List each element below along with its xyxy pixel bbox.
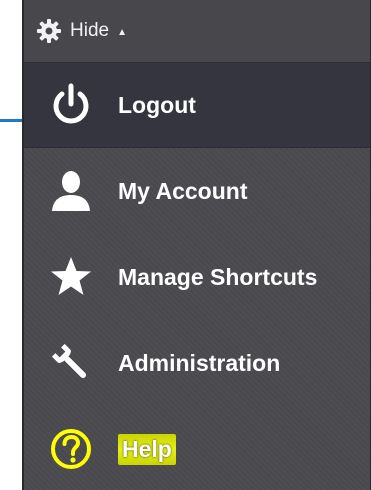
- menu-item-label: My Account: [118, 177, 248, 204]
- screenshot-root: Hide ▲ Logout My Account Manage Shortcut…: [0, 0, 371, 490]
- menu-item-label: Logout: [118, 91, 196, 118]
- wrench-icon: [48, 340, 94, 386]
- menu-toggle-header[interactable]: Hide ▲: [24, 0, 370, 62]
- menu-item-manage-shortcuts[interactable]: Manage Shortcuts: [24, 234, 370, 320]
- user-icon: [48, 168, 94, 214]
- menu-item-administration[interactable]: Administration: [24, 320, 370, 406]
- menu-item-help[interactable]: Help: [24, 406, 370, 490]
- menu-item-label: Manage Shortcuts: [118, 263, 318, 290]
- menu-item-my-account[interactable]: My Account: [24, 148, 370, 234]
- help-icon: [48, 426, 94, 472]
- gear-icon: [36, 18, 62, 44]
- caret-up-icon: ▲: [117, 26, 127, 38]
- menu-item-logout[interactable]: Logout: [24, 62, 370, 148]
- hide-label: Hide: [70, 20, 110, 41]
- power-icon: [48, 82, 94, 128]
- user-menu-panel: Hide ▲ Logout My Account Manage Shortcut…: [22, 0, 371, 490]
- menu-item-label: Administration: [118, 349, 281, 376]
- menu-item-label: Help: [118, 433, 176, 465]
- star-icon: [48, 254, 94, 300]
